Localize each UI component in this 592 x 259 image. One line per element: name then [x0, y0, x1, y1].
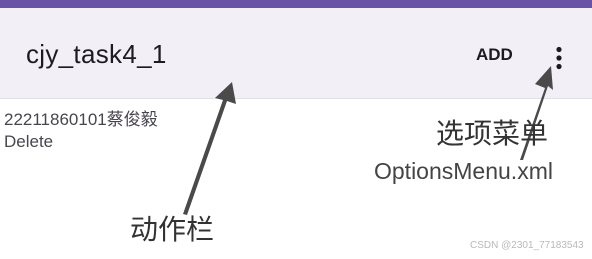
delete-text: Delete [4, 132, 54, 151]
action-bar-label: 动作栏 [130, 213, 215, 246]
screenshot-frame: cjy_task4_1 ADD 22211860101蔡俊毅 Delete 选项… [0, 0, 592, 259]
options-menu-file-label: OptionsMenu.xml [374, 158, 553, 184]
add-action-button[interactable]: ADD [476, 45, 513, 65]
app-title: cjy_task4_1 [26, 39, 167, 69]
csdn-watermark: CSDN @2301_77183543 [470, 240, 584, 251]
student-id-text: 22211860101蔡俊毅 [4, 110, 158, 129]
status-bar-strip [0, 0, 592, 8]
action-bar: cjy_task4_1 ADD [0, 8, 592, 99]
more-vertical-icon[interactable] [552, 46, 566, 70]
overflow-dots-graphic [556, 46, 562, 70]
options-menu-label: 选项菜单 [436, 117, 549, 150]
